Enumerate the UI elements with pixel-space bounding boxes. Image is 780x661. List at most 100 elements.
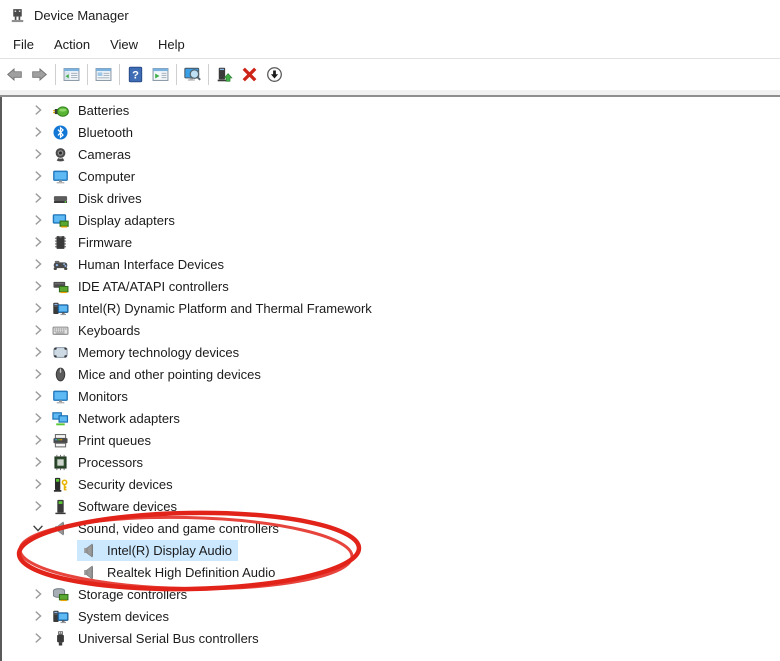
- action-pane-button[interactable]: [148, 62, 173, 87]
- item-content: Network adapters: [48, 408, 186, 429]
- tree-item-network-adapters[interactable]: Network adapters: [2, 407, 780, 429]
- item-content: Security devices: [48, 474, 179, 495]
- uninstall-button[interactable]: [237, 62, 262, 87]
- menu-help[interactable]: Help: [148, 33, 195, 56]
- chevron-right-icon[interactable]: [28, 607, 48, 625]
- chevron-right-icon[interactable]: [28, 497, 48, 515]
- chevron-right-icon[interactable]: [28, 299, 48, 317]
- chevron-right-icon[interactable]: [28, 277, 48, 295]
- chevron-right-icon[interactable]: [28, 409, 48, 427]
- tree-item-label: Firmware: [78, 235, 132, 250]
- update-driver-button[interactable]: [212, 62, 237, 87]
- chevron-right-icon[interactable]: [28, 145, 48, 163]
- chevron-down-icon[interactable]: [28, 519, 48, 537]
- console-tree-icon: [63, 66, 80, 83]
- properties-button[interactable]: [91, 62, 116, 87]
- monitor-icon: [52, 388, 69, 405]
- tree-item-intel-r-dynamic-platform-and-thermal-framework[interactable]: Intel(R) Dynamic Platform and Thermal Fr…: [2, 297, 780, 319]
- tree-item-computer[interactable]: Computer: [2, 165, 780, 187]
- tree-item-label: Monitors: [78, 389, 128, 404]
- chevron-right-icon[interactable]: [28, 211, 48, 229]
- chevron-right-icon[interactable]: [28, 189, 48, 207]
- tree-item-batteries[interactable]: Batteries: [2, 99, 780, 121]
- toolbar-separator: [55, 64, 56, 85]
- chevron-right-icon[interactable]: [28, 475, 48, 493]
- security-icon: [52, 476, 69, 493]
- scan-hardware-icon: [184, 66, 201, 83]
- toolbar: ?: [0, 59, 780, 90]
- tree-item-label: Disk drives: [78, 191, 142, 206]
- item-content: Computer: [48, 166, 141, 187]
- tree-item-label: Computer: [78, 169, 135, 184]
- disable-button[interactable]: [262, 62, 287, 87]
- chevron-right-icon[interactable]: [28, 365, 48, 383]
- tree-item-storage-controllers[interactable]: Storage controllers: [2, 583, 780, 605]
- menu-file[interactable]: File: [3, 33, 44, 56]
- forward-button[interactable]: [27, 62, 52, 87]
- tree-item-intel-r-display-audio[interactable]: Intel(R) Display Audio: [2, 539, 780, 561]
- tree-item-print-queues[interactable]: Print queues: [2, 429, 780, 451]
- tree-item-label: Sound, video and game controllers: [78, 521, 279, 536]
- tree-item-label: System devices: [78, 609, 169, 624]
- tree-item-software-devices[interactable]: Software devices: [2, 495, 780, 517]
- tree-item-human-interface-devices[interactable]: Human Interface Devices: [2, 253, 780, 275]
- item-content: Batteries: [48, 100, 135, 121]
- sound-icon: [52, 520, 69, 537]
- tree-item-ide-ata-atapi-controllers[interactable]: IDE ATA/ATAPI controllers: [2, 275, 780, 297]
- chevron-right-icon[interactable]: [28, 585, 48, 603]
- toolbar-separator: [176, 64, 177, 85]
- tree-item-firmware[interactable]: Firmware: [2, 231, 780, 253]
- tree-item-universal-serial-bus-controllers[interactable]: Universal Serial Bus controllers: [2, 627, 780, 649]
- help-button[interactable]: ?: [123, 62, 148, 87]
- menu-bar: File Action View Help: [0, 30, 780, 59]
- tree-item-cameras[interactable]: Cameras: [2, 143, 780, 165]
- tree-item-security-devices[interactable]: Security devices: [2, 473, 780, 495]
- item-content: Cameras: [48, 144, 137, 165]
- ide-icon: [52, 278, 69, 295]
- tree-item-label: IDE ATA/ATAPI controllers: [78, 279, 229, 294]
- item-content: Bluetooth: [48, 122, 139, 143]
- battery-icon: [52, 102, 69, 119]
- printer-icon: [52, 432, 69, 449]
- tree-item-keyboards[interactable]: Keyboards: [2, 319, 780, 341]
- chevron-right-icon[interactable]: [28, 123, 48, 141]
- tree-item-system-devices[interactable]: System devices: [2, 605, 780, 627]
- tree-item-mice-and-other-pointing-devices[interactable]: Mice and other pointing devices: [2, 363, 780, 385]
- back-button[interactable]: [2, 62, 27, 87]
- device-manager-icon: [9, 7, 26, 24]
- console-tree-button[interactable]: [59, 62, 84, 87]
- tree-item-sound-video-and-game-controllers[interactable]: Sound, video and game controllers: [2, 517, 780, 539]
- menu-action[interactable]: Action: [44, 33, 100, 56]
- tree-item-memory-technology-devices[interactable]: Memory technology devices: [2, 341, 780, 363]
- forward-icon: [31, 66, 48, 83]
- tree-item-monitors[interactable]: Monitors: [2, 385, 780, 407]
- device-tree-pane: BatteriesBluetoothCameras Computer Disk dr…: [0, 97, 780, 661]
- tree-item-label: Processors: [78, 455, 143, 470]
- uninstall-icon: [241, 66, 258, 83]
- tree-item-bluetooth[interactable]: Bluetooth: [2, 121, 780, 143]
- item-content: Realtek High Definition Audio: [77, 562, 281, 583]
- scan-hardware-button[interactable]: [180, 62, 205, 87]
- item-content: IDE ATA/ATAPI controllers: [48, 276, 235, 297]
- tree-item-realtek-high-definition-audio[interactable]: Realtek High Definition Audio: [2, 561, 780, 583]
- chevron-right-icon[interactable]: [28, 453, 48, 471]
- camera-icon: [52, 146, 69, 163]
- tree-item-disk-drives[interactable]: Disk drives: [2, 187, 780, 209]
- chevron-right-icon[interactable]: [28, 387, 48, 405]
- chevron-right-icon[interactable]: [28, 101, 48, 119]
- tree-item-label: Human Interface Devices: [78, 257, 224, 272]
- chevron-right-icon[interactable]: [28, 255, 48, 273]
- sound-icon: [81, 542, 98, 559]
- menu-view[interactable]: View: [100, 33, 148, 56]
- tree-item-label: Keyboards: [78, 323, 140, 338]
- chevron-right-icon[interactable]: [28, 629, 48, 647]
- chevron-right-icon[interactable]: [28, 431, 48, 449]
- chevron-right-icon[interactable]: [28, 343, 48, 361]
- chevron-right-icon[interactable]: [28, 167, 48, 185]
- tree-item-processors[interactable]: Processors: [2, 451, 780, 473]
- storage-icon: [52, 586, 69, 603]
- tree-item-label: Storage controllers: [78, 587, 187, 602]
- chevron-right-icon[interactable]: [28, 321, 48, 339]
- chevron-right-icon[interactable]: [28, 233, 48, 251]
- tree-item-display-adapters[interactable]: Display adapters: [2, 209, 780, 231]
